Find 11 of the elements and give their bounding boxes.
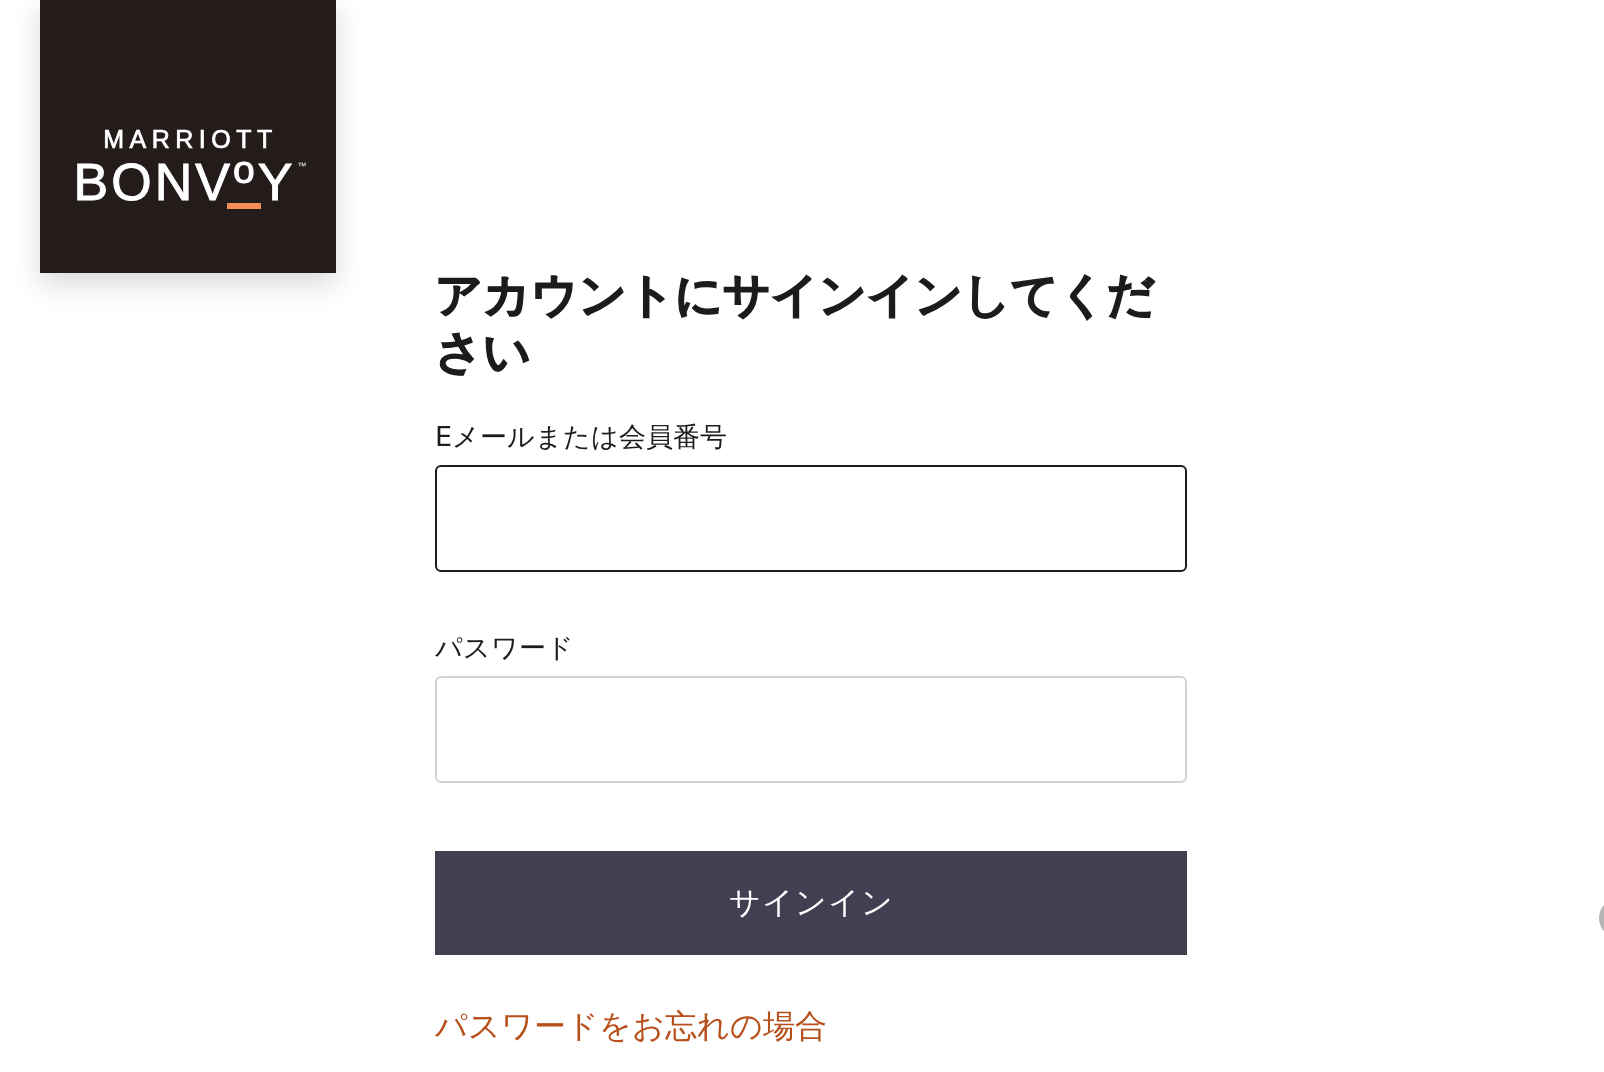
sign-in-button[interactable]: サインイン <box>435 851 1187 955</box>
field-label: パスワード <box>435 632 574 664</box>
brand-wordmark: BONV$^{o}$Y <box>73 162 296 202</box>
forgot-password-link[interactable]: パスワードをお忘れの場合 <box>435 1006 827 1046</box>
logo-tile[interactable]: MARRIOTT BONV$^{o}$Y™ <box>40 0 336 273</box>
brand-name: MARRIOTT <box>103 127 278 152</box>
input-field[interactable] <box>435 465 1187 572</box>
field-label: Eメールまたは会員番号 <box>435 421 728 453</box>
accent-bar-icon <box>226 203 261 209</box>
trademark-sign: ™ <box>297 162 307 171</box>
page-heading: アカウントにサインインしてください <box>435 266 1155 380</box>
